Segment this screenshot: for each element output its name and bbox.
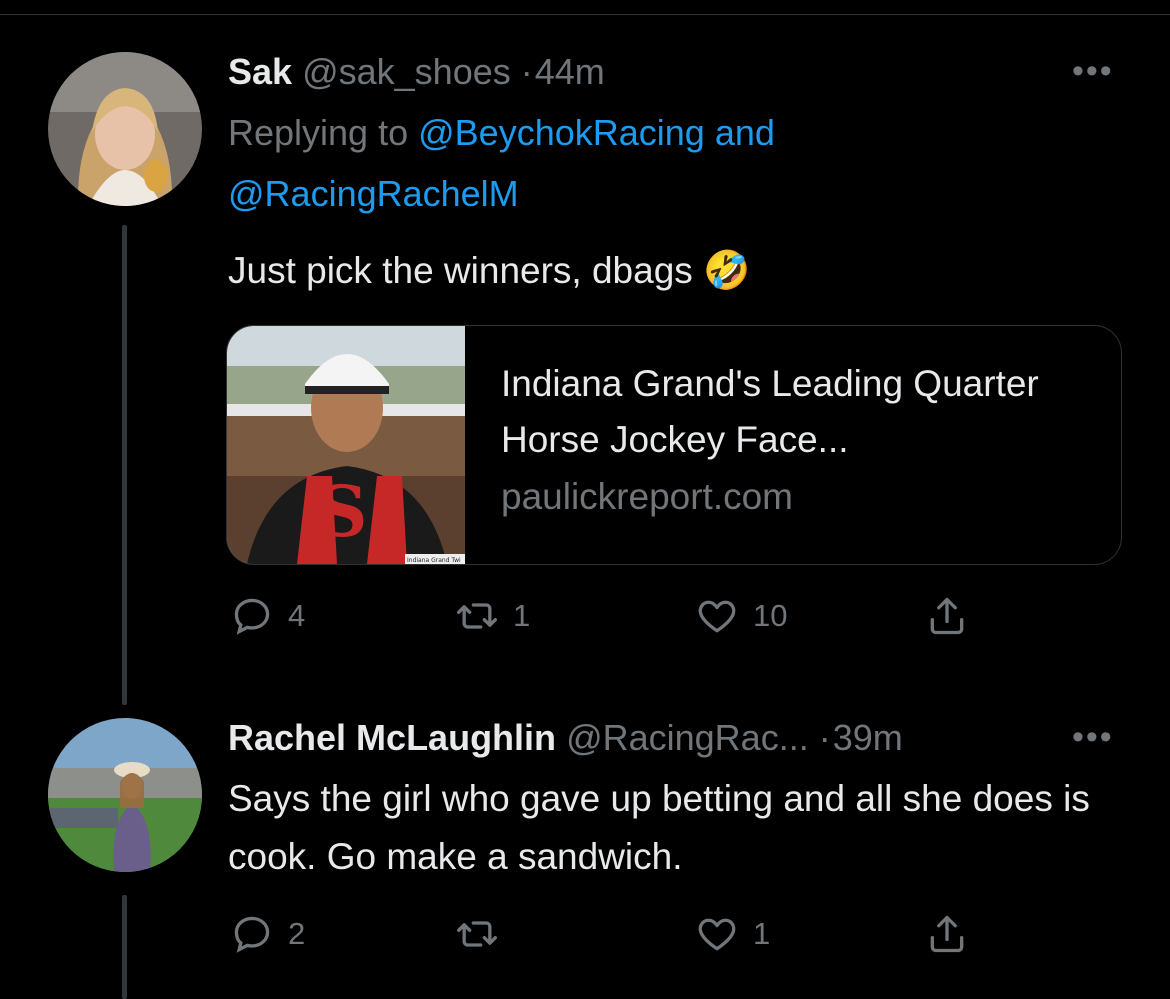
author-handle[interactable]: @sak_shoes <box>302 51 511 92</box>
reply-button[interactable]: 2 <box>230 912 305 956</box>
separator-dot: · <box>818 717 831 758</box>
author-handle[interactable]: @RacingRac... <box>566 717 809 758</box>
retweet-button[interactable] <box>455 912 513 956</box>
like-count: 10 <box>753 598 788 633</box>
tweet-header: Sak @sak_shoes · 44m <box>228 50 605 94</box>
thread-line <box>122 225 127 705</box>
mention-link[interactable]: @BeychokRacing <box>418 112 705 153</box>
svg-text:S: S <box>317 470 368 553</box>
retweet-count: 1 <box>513 598 531 633</box>
avatar-sak[interactable] <box>48 52 202 206</box>
more-icon[interactable]: ••• <box>1072 52 1114 91</box>
link-card[interactable]: S Indiana Grand Twi Indiana Grand's Lead… <box>226 325 1122 565</box>
reply-icon <box>234 916 270 953</box>
tweet-text-content: Just pick the winners, dbags <box>228 250 693 291</box>
like-icon <box>698 600 736 633</box>
mention-and[interactable]: and <box>715 112 775 153</box>
author-name[interactable]: Sak <box>228 51 292 92</box>
avatar-rachel[interactable] <box>48 718 202 872</box>
retweet-icon <box>457 603 497 629</box>
card-image-caption: Indiana Grand Twi <box>407 557 461 564</box>
tweet-header: Rachel McLaughlin @RacingRac... · 39m <box>228 716 903 760</box>
share-icon <box>930 915 964 953</box>
reply-count: 4 <box>288 598 306 633</box>
share-button[interactable] <box>925 912 969 956</box>
tweet-text: Says the girl who gave up betting and al… <box>228 778 1090 877</box>
share-icon <box>930 597 964 635</box>
share-button[interactable] <box>925 594 969 638</box>
reply-count: 2 <box>288 916 306 951</box>
card-title: Indiana Grand's Leading Quarter Horse Jo… <box>501 363 1039 460</box>
tweet-text: Just pick the winners, dbags 🤣 <box>228 242 750 300</box>
more-icon[interactable]: ••• <box>1072 718 1114 757</box>
like-button[interactable]: 10 <box>695 594 787 638</box>
like-icon <box>698 918 736 951</box>
card-domain: paulickreport.com <box>501 476 794 517</box>
like-button[interactable]: 1 <box>695 912 770 956</box>
top-divider <box>0 0 1170 15</box>
replying-to: Replying to @BeychokRacing and <box>228 110 775 156</box>
card-image: S Indiana Grand Twi <box>227 326 465 564</box>
tweet-time[interactable]: 39m <box>833 717 903 758</box>
retweet-icon <box>457 921 497 947</box>
replying-to-line2: @RacingRachelM <box>228 172 519 216</box>
reply-button[interactable]: 4 <box>230 594 305 638</box>
emoji: 🤣 <box>703 250 751 292</box>
tweet-time[interactable]: 44m <box>535 51 605 92</box>
replying-label: Replying to <box>228 112 409 153</box>
like-count: 1 <box>753 916 771 951</box>
mention-link[interactable]: @RacingRachelM <box>228 173 519 214</box>
thread-line <box>122 895 127 999</box>
retweet-button[interactable]: 1 <box>455 594 530 638</box>
reply-icon <box>234 598 270 635</box>
separator-dot: · <box>520 51 533 92</box>
author-name[interactable]: Rachel McLaughlin <box>228 717 556 758</box>
